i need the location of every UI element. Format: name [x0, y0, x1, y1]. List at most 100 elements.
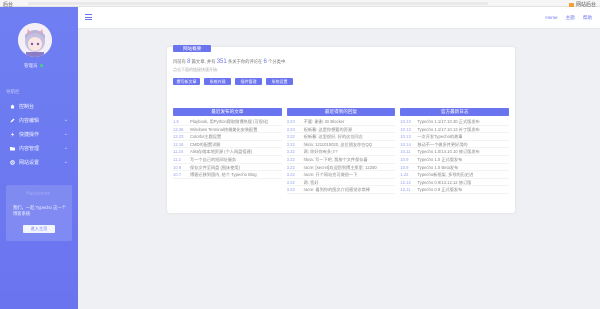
list-item[interactable]: 11.24 Alist存储本地资源 (个人网盘搭建) [173, 148, 282, 156]
list-item-text: 不要: 谢谢. Br Blocker [303, 119, 345, 124]
list-item-date: 10.8 [173, 164, 182, 170]
list-item[interactable]: 12.12 Typecho 0.9/13.12.12 修订版 [400, 179, 510, 187]
list-item-text: Typecho 1.0 正式版发布 [417, 156, 463, 162]
gear-icon [10, 159, 15, 165]
list-item[interactable]: 12.16 CMD的配置详解 [173, 141, 282, 149]
plugins-button[interactable]: 插件管理 [235, 78, 262, 85]
list-item-text: racre: 看到你的图文介绍感觉非常棒 [303, 187, 370, 193]
chevron-down-icon: ⌄ [63, 117, 68, 123]
list-item-date: 10.14 [400, 141, 411, 147]
list-item-text: hkria: 写一下吧, 我按个文件保存着 [303, 156, 368, 162]
list-item[interactable]: 10.11 Typecho 1.0/14.10.10 修订版发布 [400, 148, 510, 156]
list-item-date: 10.9 [400, 164, 409, 170]
list-item-text: Typecho 1.0 Beta发布 [417, 164, 459, 170]
list-item[interactable]: 10.13 一次开发Typecho的故事 [400, 133, 510, 141]
top-link-help[interactable]: 帮助 [583, 15, 592, 21]
recent-comments-title: 最近得到的回复 [286, 108, 396, 116]
list-item[interactable]: 11.2 写一个自己的短网址服务 [173, 156, 282, 164]
list-item-text: CMD的配置详解 [190, 141, 221, 147]
sidebar-item-settings[interactable]: 网站设置 ⌄ [0, 155, 78, 169]
sidebar-item-manage[interactable]: 内容管理 ⌄ [0, 141, 78, 155]
summary-prefix: 目前有 [173, 59, 186, 64]
list-item-text: Alist存储本地资源 (个人网盘搭建) [190, 149, 253, 155]
post-count: 8 [187, 59, 191, 65]
list-item[interactable]: 10.14 移动不一个做多并更好用的 [400, 141, 510, 149]
list-item-date: 3.22 [286, 149, 295, 155]
menu-toggle-icon[interactable] [85, 14, 92, 20]
list-item-text: racre: [secret]欢迎您到博主那里: 12250 [303, 164, 377, 170]
list-item-text: 祝新春: 这里很好, 好的这位同志 [303, 134, 363, 140]
list-item-date: 10.7 [173, 172, 182, 178]
official-log-column: 官方最新日志 10.13 Typecho 1.1/17.10.30 正式版发布 10… [400, 108, 510, 194]
list-item[interactable]: 3.22 两: 你好你有多少? [286, 148, 396, 156]
list-item[interactable]: 10.13 Typecho 1.1/17.10.30 正式版发布 [400, 118, 510, 126]
list-item-text: Playbook, 用Python爬取微博热搜 (可视化) [190, 119, 269, 124]
list-item-date: 3.24 [286, 119, 295, 124]
write-post-button[interactable]: 撰写新文章 [173, 78, 200, 85]
user-name: 管理员 [24, 63, 43, 69]
chevron-down-icon: ⌄ [63, 159, 68, 165]
list-item-date: 3.22 [286, 187, 295, 193]
summary-mid2: 条关于你的评论在 [227, 59, 263, 64]
list-item[interactable]: 3.22 hkria: 1211015020, 这位朋友你在QQ [286, 141, 396, 149]
chevron-down-icon: ⌄ [63, 145, 68, 151]
list-item-text: 博客迁移到国内, 给个 Typecho Blog [190, 172, 257, 178]
list-item[interactable]: 3.22 racre: [secret]欢迎您到博主那里: 12250 [286, 164, 396, 172]
list-item[interactable]: 10.8 保存文件至网盘 (图床使用) [173, 164, 282, 172]
list-item[interactable]: 10.9 Typecho 1.0 正式版发布 [400, 156, 510, 164]
list-item-text: 保存文件至网盘 (图床使用) [190, 164, 241, 170]
edit-icon [10, 118, 15, 122]
browser-bar: 后台 网站后台 [0, 0, 600, 8]
list-item-text: 写一个自己的短网址服务 [190, 156, 237, 162]
sidebar-item-label: 内容编辑 [19, 117, 40, 124]
address-bar[interactable] [28, 2, 488, 5]
list-item[interactable]: 12.26 Windows Terminal终端美化安装配置 [173, 126, 282, 134]
list-item[interactable]: 1.5 Playbook, 用Python爬取微博热搜 (可视化) [173, 118, 282, 126]
list-item-text: racre: 开个网站也可做很一下 [303, 172, 358, 178]
list-item-date: 10.13 [400, 126, 411, 132]
sidebar-promo-card: Handsome 我们，一起 Typecho 这一个博客系统 进入主页 [6, 185, 72, 241]
quick-start-note: 点击下面的链接快速开始: [173, 67, 219, 72]
list-item[interactable]: 10.7 博客迁移到国内, 给个 Typecho Blog [173, 171, 282, 179]
list-item-date: 12.26 [173, 126, 184, 132]
site-summary: 目前有 8 篇文章, 并有 351 条关于你的评论在 6 个分类中. [173, 59, 286, 65]
list-item[interactable]: 1.22 Typecho新框架, 多领的历史进 [400, 171, 510, 179]
list-item[interactable]: 3.24 不要: 谢谢. Br Blocker [286, 118, 396, 126]
promo-button[interactable]: 进入主页 [23, 225, 55, 233]
list-item[interactable]: 3.22 祝新春: 这里很好, 好的这位同志 [286, 133, 396, 141]
list-item[interactable]: 3.22 racre: 看到你的图文介绍感觉非常棒 [286, 186, 396, 194]
list-item[interactable]: 12.11 Typecho 0.9 正式版发布 [400, 186, 510, 194]
list-item-text: Colorful主题设置 [190, 134, 222, 140]
list-item-date: 12.12 [400, 179, 411, 185]
sidebar-nav: 控制台 内容编辑 ⌄ 快捷操作 ⌄ 内容管理 ⌄ 网站设置 ⌄ [0, 99, 78, 169]
list-item-text: 一次开发Typecho的故事 [417, 134, 463, 140]
list-item[interactable]: 3.23 祝新春: 这是你想要的资源 [286, 126, 396, 134]
list-item-date: 10.13 [400, 134, 411, 140]
sidebar-item-edit[interactable]: 内容编辑 ⌄ [0, 113, 78, 127]
sidebar-item-quick[interactable]: 快捷操作 ⌄ [0, 127, 78, 141]
activity-columns: 最近发布的文章 1.5 Playbook, 用Python爬取微博热搜 (可视化)… [173, 108, 510, 194]
settings-button[interactable]: 系统设置 [266, 78, 293, 85]
list-item-text: Typecho 1.1/17.10.30 正式版发布 [417, 119, 480, 124]
list-item[interactable]: 3.22 两: 您好 [286, 179, 396, 187]
list-item[interactable]: 3.22 racre: 开个网站也可做很一下 [286, 171, 396, 179]
sidebar: 管理员 导航栏 控制台 内容编辑 ⌄ 快捷操作 ⌄ 内容管理 ⌄ 网站设置 ⌄ … [0, 7, 78, 309]
sidebar-item-label: 控制台 [19, 103, 35, 110]
anime-avatar-icon [18, 23, 52, 57]
list-item-date: 3.22 [286, 164, 295, 170]
list-item[interactable]: 12.23 Colorful主题设置 [173, 133, 282, 141]
appearance-button[interactable]: 系统外观 [204, 78, 231, 85]
top-link-theme[interactable]: 主题 [566, 15, 575, 21]
sidebar-item-label: 快捷操作 [19, 131, 40, 138]
list-item[interactable]: 10.13 Typecho 1.1/17.10.13 补丁版发布 [400, 126, 510, 134]
list-item[interactable]: 3.22 hkria: 写一下吧, 我按个文件保存着 [286, 156, 396, 164]
list-item-text: Windows Terminal终端美化安装配置 [190, 126, 258, 132]
list-item-text: Typecho新框架, 多领的历史进 [417, 172, 474, 178]
quick-actions: 撰写新文章 系统外观 插件管理 系统设置 [173, 78, 293, 85]
folder-icon [10, 146, 15, 150]
official-log-title: 官方最新日志 [400, 108, 510, 116]
sidebar-item-dashboard[interactable]: 控制台 [0, 99, 78, 113]
list-item[interactable]: 10.9 Typecho 1.0 Beta发布 [400, 164, 510, 172]
top-link-home[interactable]: Home [545, 15, 557, 21]
avatar[interactable] [18, 23, 52, 57]
